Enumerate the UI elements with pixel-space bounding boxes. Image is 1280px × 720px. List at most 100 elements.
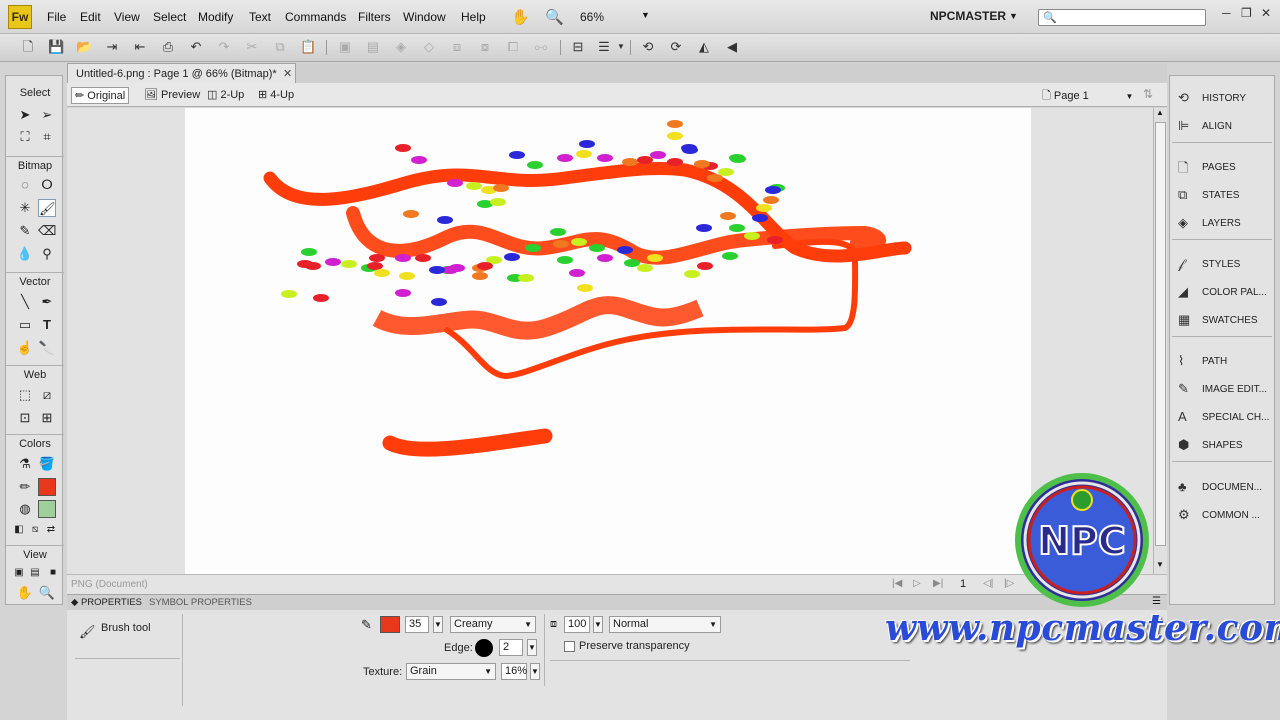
texture-amount-field[interactable]: 16% [501,663,527,680]
full-screen-menu-mode-icon[interactable]: ▤ [26,564,44,582]
redo-icon[interactable]: ↷ [216,39,232,55]
menu-select[interactable]: Select [153,10,186,24]
restore-icon[interactable]: ❐ [1241,6,1252,20]
panel-color-palette[interactable]: ◢ COLOR PAL... [1170,279,1274,305]
panel-shapes[interactable]: ⬢ SHAPES [1170,432,1274,458]
bring-to-front-icon[interactable]: ⧠ [505,39,521,55]
close-icon[interactable]: ✕ [1261,6,1271,20]
panel-states[interactable]: ⧉ STATES [1170,182,1274,208]
rectangle-tool-icon[interactable]: ▭ [16,316,34,334]
scroll-up-icon[interactable]: ▲ [1156,108,1164,117]
menu-text[interactable]: Text [249,10,271,24]
flip-vertical-icon[interactable]: ◀ [724,39,740,55]
panel-history[interactable]: ⟲ HISTORY [1170,85,1274,111]
page-options-icon[interactable]: ⇅ [1143,87,1153,101]
freeform-tool-icon[interactable]: ☝ [16,339,34,357]
view-2up-button[interactable]: ◫ 2-Up [204,87,247,104]
panel-layers[interactable]: ◈ LAYERS [1170,210,1274,236]
eraser-tool-icon[interactable]: ⌫ [38,222,56,240]
view-4up-button[interactable]: ⊞ 4-Up [255,87,297,104]
panel-styles[interactable]: 𝒻 STYLES [1170,251,1274,277]
new-icon[interactable]: 🗋 [20,39,36,55]
panel-special-characters[interactable]: A SPECIAL CH... [1170,404,1274,430]
panel-path[interactable]: ⌇ PATH [1170,348,1274,374]
chevron-down-icon[interactable]: ▼ [641,10,650,20]
scrollbar-thumb[interactable] [1155,122,1166,546]
zoom-level[interactable]: 66% [580,10,604,24]
distribute-icon[interactable]: ☰ [596,39,612,55]
texture-select[interactable]: Grain ▼ [406,663,496,680]
pointer-tool-icon[interactable]: ➤ [16,106,34,124]
tab-properties[interactable]: ◆ PROPERTIES [71,597,142,608]
blur-tool-icon[interactable]: 💧 [16,245,34,263]
next-frame-icon[interactable]: |▷ [1004,578,1014,589]
show-slices-icon[interactable]: ⊞ [38,409,56,427]
hand-tool-icon[interactable]: ✋ [16,584,34,602]
paint-bucket-tool-icon[interactable]: 🪣 [38,455,56,473]
subselection-tool-icon[interactable]: ➢ [38,106,56,124]
copy-icon[interactable]: ⧉ [272,39,288,55]
join-icon[interactable]: ◈ [393,39,409,55]
print-icon[interactable]: ⎙ [160,39,176,55]
line-tool-icon[interactable]: ╲ [16,293,34,311]
brush-color-swatch[interactable] [380,616,400,633]
menu-help[interactable]: Help [461,10,486,24]
hotspot-tool-icon[interactable]: ⬚ [16,386,34,404]
play-icon[interactable]: ▷ [913,578,921,589]
minimize-icon[interactable]: ─ [1222,6,1231,20]
crop-tool-icon[interactable]: ⌗ [38,128,56,146]
swap-colors-icon[interactable]: ⇄ [42,521,60,539]
cut-icon[interactable]: ✂ [244,39,260,55]
knife-tool-icon[interactable]: 🔪 [38,339,56,357]
zoom-tool-icon[interactable]: 🔍 [38,584,56,602]
blend-mode-select[interactable]: Normal ▼ [609,616,721,633]
prev-frame-icon[interactable]: ◁| [983,578,993,589]
full-screen-mode-icon[interactable]: ■ [44,564,62,582]
texture-amount-slider-button[interactable]: ▼ [530,663,540,680]
scale-tool-icon[interactable]: ⛶ [16,128,34,146]
chevron-down-icon[interactable]: ▼ [613,39,629,55]
menu-modify[interactable]: Modify [198,10,233,24]
pen-tool-icon[interactable]: ✒ [38,293,56,311]
document-tab[interactable]: Untitled-6.png : Page 1 @ 66% (Bitmap)* … [67,63,296,83]
panel-document-library[interactable]: ♣ DOCUMEN... [1170,474,1274,500]
panel-align[interactable]: ⊫ ALIGN [1170,113,1274,139]
save-icon[interactable]: 💾 [48,39,64,55]
send-to-back-icon[interactable]: ⧟ [533,39,549,55]
eyedropper-tool-icon[interactable]: ⚗ [16,455,34,473]
menu-view[interactable]: View [114,10,140,24]
close-icon[interactable]: ✕ [283,67,292,80]
workspace-switcher[interactable]: NPCMASTER [930,9,1006,23]
split-icon[interactable]: ◇ [421,39,437,55]
search-input[interactable]: 🔍 [1038,9,1206,26]
paste-icon[interactable]: 📋 [300,39,316,55]
tip-size-slider-button[interactable]: ▼ [433,616,443,633]
menu-commands[interactable]: Commands [285,10,346,24]
panel-common-library[interactable]: ⚙ COMMON ... [1170,502,1274,528]
canvas-area[interactable] [67,108,1153,574]
page-select[interactable]: 🗋 Page 1 ▼ [1042,87,1133,106]
brush-tool-icon[interactable]: 🖌 [38,199,56,217]
panel-pages[interactable]: 🗋 PAGES [1170,154,1274,180]
chevron-down-icon[interactable]: ▼ [1009,11,1018,21]
flip-horizontal-icon[interactable]: ◭ [696,39,712,55]
stroke-color-swatch[interactable] [38,478,56,496]
bring-forward-icon[interactable]: ⧈ [449,39,465,55]
ungroup-icon[interactable]: ▤ [365,39,381,55]
rotate-ccw-icon[interactable]: ⟲ [640,39,656,55]
magic-wand-tool-icon[interactable]: ✳ [16,199,34,217]
menu-filters[interactable]: Filters [358,10,391,24]
rubber-stamp-tool-icon[interactable]: ⚲ [38,245,56,263]
lasso-tool-icon[interactable]: ⵔ [38,176,56,194]
slice-tool-icon[interactable]: ⧄ [38,386,56,404]
tab-symbol-properties[interactable]: SYMBOL PROPERTIES [149,597,252,608]
group-icon[interactable]: ▣ [337,39,353,55]
panel-image-editing[interactable]: ✎ IMAGE EDIT... [1170,376,1274,402]
menu-edit[interactable]: Edit [80,10,101,24]
fill-color-swatch[interactable] [38,500,56,518]
export-icon[interactable]: ⇤ [132,39,148,55]
edge-field[interactable]: 2 [499,639,523,656]
scroll-down-icon[interactable]: ▼ [1156,560,1164,569]
opacity-field[interactable]: 100 [564,616,590,633]
view-preview-button[interactable]: 🖼 Preview [141,87,203,104]
